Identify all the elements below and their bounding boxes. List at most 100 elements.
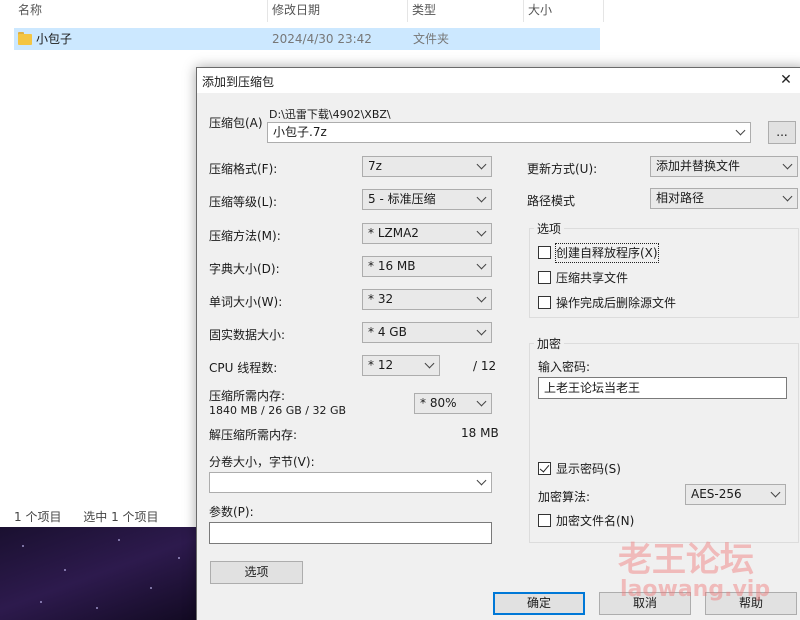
archive-path: D:\迅雷下载\4902\XBZ\ — [269, 108, 391, 121]
memory-usage-select[interactable]: * 80% — [414, 393, 492, 414]
watermark-main-text: 老王论坛 — [618, 540, 754, 580]
solid-size-value: * 4 GB — [368, 325, 407, 339]
decompress-memory-value: 18 MB — [461, 426, 499, 440]
solid-size-label: 固实数据大小: — [209, 328, 286, 342]
dict-size-value: * 16 MB — [368, 259, 416, 273]
memory-usage-value: * 80% — [420, 396, 457, 410]
chevron-down-icon — [770, 488, 782, 500]
shared-files-checkbox-label: 压缩共享文件 — [556, 271, 629, 285]
browse-button[interactable]: ... — [768, 121, 796, 144]
params-label: 参数(P): — [209, 505, 254, 519]
ok-button[interactable]: 确定 — [493, 592, 585, 615]
chevron-down-icon — [476, 397, 488, 409]
memory-label: 压缩所需内存: — [209, 389, 286, 403]
solid-size-select[interactable]: * 4 GB — [362, 322, 492, 343]
memory-detail: 1840 MB / 26 GB / 32 GB — [209, 404, 347, 417]
path-mode-select[interactable]: 相对路径 — [650, 188, 798, 209]
column-header-size[interactable]: 大小 — [524, 0, 604, 22]
word-size-label: 单词大小(W): — [209, 295, 283, 309]
status-item-count: 1 个项目 — [14, 510, 62, 524]
dialog-titlebar[interactable]: 添加到压缩包 ✕ — [197, 68, 800, 93]
update-mode-select[interactable]: 添加并替换文件 — [650, 156, 798, 177]
show-password-checkbox-box — [538, 462, 551, 475]
encryption-method-value: AES-256 — [691, 487, 742, 501]
level-select[interactable]: 5 - 标准压缩 — [362, 189, 492, 210]
method-select[interactable]: * LZMA2 — [362, 223, 492, 244]
threads-value: * 12 — [368, 358, 394, 372]
threads-select[interactable]: * 12 — [362, 355, 440, 376]
column-header-name-label: 名称 — [18, 3, 43, 17]
volume-size-input[interactable] — [209, 472, 492, 493]
encryption-group-title: 加密 — [534, 335, 565, 352]
chevron-down-icon — [476, 227, 488, 239]
archive-filename-input[interactable]: 小包子.7z — [267, 122, 751, 143]
status-selected-count: 选中 1 个项目 — [83, 510, 159, 524]
chevron-down-icon — [476, 326, 488, 338]
delete-after-checkbox-label: 操作完成后删除源文件 — [556, 296, 677, 310]
watermark-sub-text: laowang.vip — [620, 577, 771, 602]
close-icon[interactable]: ✕ — [775, 69, 797, 91]
level-value: 5 - 标准压缩 — [368, 192, 436, 206]
method-label: 压缩方法(M): — [209, 229, 281, 243]
archive-filename-value: 小包子.7z — [273, 125, 327, 139]
options-group-title: 选项 — [534, 220, 565, 237]
status-bar: 1 个项目 选中 1 个项目 — [14, 508, 177, 525]
decompress-memory-label: 解压缩所需内存: — [209, 428, 298, 442]
dict-size-select[interactable]: * 16 MB — [362, 256, 492, 277]
word-size-value: * 32 — [368, 292, 394, 306]
column-header-modified-label: 修改日期 — [272, 3, 321, 17]
format-value: 7z — [368, 159, 382, 173]
sfx-checkbox-box — [538, 246, 551, 259]
params-input[interactable] — [209, 522, 492, 544]
sfx-checkbox-label: 创建自释放程序(X) — [555, 243, 659, 263]
desktop-wallpaper — [0, 527, 200, 620]
chevron-down-icon — [424, 359, 436, 371]
chevron-down-icon — [476, 293, 488, 305]
file-type: 文件夹 — [413, 32, 450, 46]
dialog-title: 添加到压缩包 — [202, 75, 275, 89]
chevron-down-icon — [476, 160, 488, 172]
chevron-down-icon — [735, 126, 747, 138]
archive-label: 压缩包(A) — [209, 116, 263, 130]
chevron-down-icon — [476, 193, 488, 205]
file-modified: 2024/4/30 23:42 — [272, 32, 372, 46]
level-label: 压缩等级(L): — [209, 195, 278, 209]
encrypt-names-checkbox-box — [538, 514, 551, 527]
column-header-size-label: 大小 — [528, 3, 553, 17]
browse-button-label: ... — [776, 125, 788, 139]
method-value: * LZMA2 — [368, 226, 419, 240]
password-label: 输入密码: — [538, 360, 591, 374]
chevron-down-icon — [782, 192, 794, 204]
show-password-checkbox-label: 显示密码(S) — [556, 462, 621, 476]
delete-after-checkbox-box — [538, 296, 551, 309]
column-header-type[interactable]: 类型 — [408, 0, 524, 22]
file-name: 小包子 — [36, 32, 73, 46]
format-select[interactable]: 7z — [362, 156, 492, 177]
volume-size-label: 分卷大小，字节(V): — [209, 455, 315, 469]
chevron-down-icon — [476, 260, 488, 272]
dict-size-label: 字典大小(D): — [209, 262, 280, 276]
encrypt-names-checkbox-label: 加密文件名(N) — [556, 514, 635, 528]
file-row[interactable]: 小包子 2024/4/30 23:42 文件夹 — [14, 28, 600, 50]
options-button-label: 选项 — [244, 565, 269, 579]
column-header-modified[interactable]: 修改日期 — [268, 0, 408, 22]
threads-max: / 12 — [473, 359, 497, 373]
threads-label: CPU 线程数: — [209, 361, 278, 375]
options-button[interactable]: 选项 — [210, 561, 303, 584]
password-input[interactable]: 上老王论坛当老王 — [538, 377, 787, 399]
chevron-down-icon — [476, 476, 488, 488]
chevron-down-icon — [782, 160, 794, 172]
encryption-method-label: 加密算法: — [538, 490, 591, 504]
path-mode-label: 路径模式 — [527, 194, 576, 208]
word-size-select[interactable]: * 32 — [362, 289, 492, 310]
shared-files-checkbox-box — [538, 271, 551, 284]
update-mode-label: 更新方式(U): — [527, 162, 598, 176]
column-header-type-label: 类型 — [412, 3, 437, 17]
encryption-method-select[interactable]: AES-256 — [685, 484, 786, 505]
ok-button-label: 确定 — [526, 596, 551, 610]
folder-icon — [18, 32, 32, 45]
column-header-name[interactable]: 名称 — [14, 0, 268, 22]
format-label: 压缩格式(F): — [209, 162, 278, 176]
path-mode-value: 相对路径 — [656, 191, 705, 205]
password-value: 上老王论坛当老王 — [544, 381, 641, 395]
